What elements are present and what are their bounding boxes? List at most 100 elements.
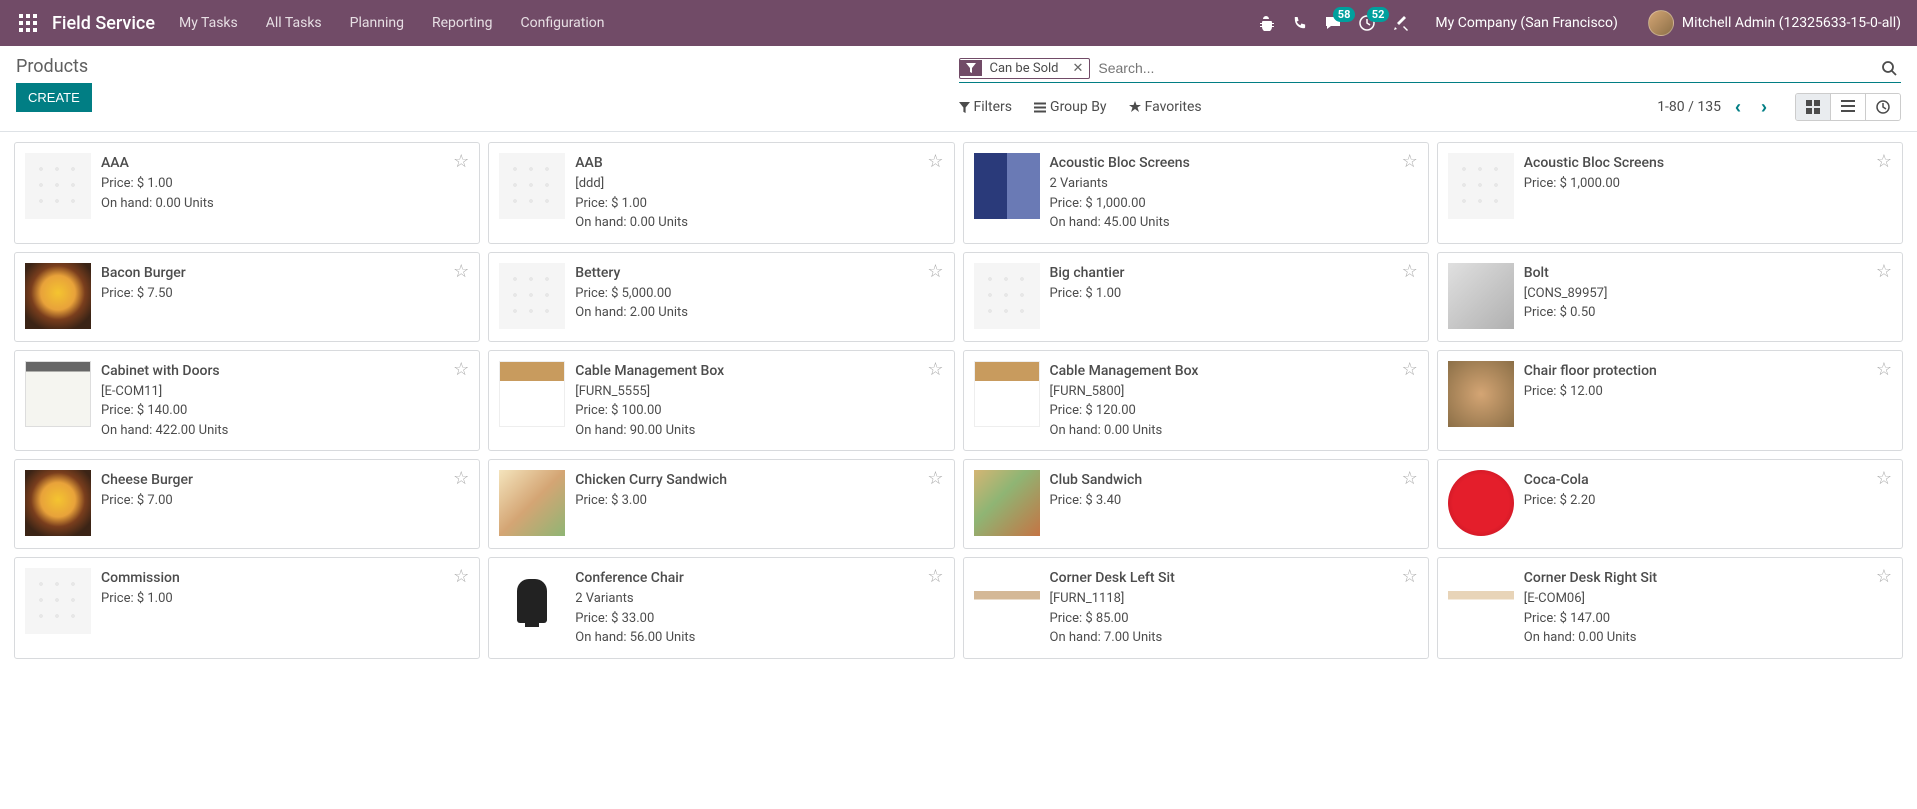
messages-icon[interactable]: 58	[1325, 15, 1341, 31]
favorite-star-icon[interactable]: ☆	[1876, 566, 1892, 587]
activity-view-button[interactable]	[1866, 94, 1900, 120]
favorite-star-icon[interactable]: ☆	[927, 359, 943, 380]
product-card[interactable]: Big chantierPrice: $ 1.00☆	[963, 252, 1429, 342]
product-price: Price: $ 7.00	[101, 491, 469, 511]
product-thumb	[974, 361, 1040, 427]
product-card[interactable]: Club SandwichPrice: $ 3.40☆	[963, 459, 1429, 549]
product-price: Price: $ 147.00	[1524, 609, 1892, 629]
product-card[interactable]: BetteryPrice: $ 5,000.00On hand: 2.00 Un…	[488, 252, 954, 342]
app-title[interactable]: Field Service	[52, 13, 155, 34]
product-thumb	[1448, 361, 1514, 427]
phone-icon[interactable]	[1292, 16, 1307, 31]
favorite-star-icon[interactable]: ☆	[453, 468, 469, 489]
favorite-star-icon[interactable]: ☆	[1876, 151, 1892, 172]
pager-next[interactable]: ›	[1755, 95, 1773, 120]
facet-remove[interactable]: ✕	[1066, 61, 1089, 76]
product-body: Corner Desk Left Sit[FURN_1118]Price: $ …	[1050, 568, 1418, 648]
nav-my-tasks[interactable]: My Tasks	[179, 15, 238, 31]
product-thumb	[25, 153, 91, 219]
product-thumb	[25, 361, 91, 427]
product-body: BetteryPrice: $ 5,000.00On hand: 2.00 Un…	[575, 263, 943, 331]
tools-icon[interactable]	[1393, 15, 1409, 31]
product-onhand: On hand: 0.00 Units	[101, 194, 469, 214]
control-panel: Products Create Can be Sold ✕	[0, 46, 1917, 121]
nav-all-tasks[interactable]: All Tasks	[266, 15, 322, 31]
searchbar: Can be Sold ✕	[959, 56, 1902, 83]
product-onhand: On hand: 0.00 Units	[1050, 421, 1418, 441]
product-card[interactable]: Coca-ColaPrice: $ 2.20☆	[1437, 459, 1903, 549]
favorite-star-icon[interactable]: ☆	[1402, 261, 1418, 282]
favorite-star-icon[interactable]: ☆	[927, 468, 943, 489]
favorite-star-icon[interactable]: ☆	[927, 566, 943, 587]
product-card[interactable]: Cheese BurgerPrice: $ 7.00☆	[14, 459, 480, 549]
nav-planning[interactable]: Planning	[350, 15, 404, 31]
product-price: Price: $ 140.00	[101, 401, 469, 421]
apps-menu-icon[interactable]	[16, 11, 40, 35]
product-card[interactable]: Acoustic Bloc ScreensPrice: $ 1,000.00☆	[1437, 142, 1903, 244]
product-card[interactable]: Conference Chair2 VariantsPrice: $ 33.00…	[488, 557, 954, 659]
filter-icon	[960, 60, 982, 76]
pager-text[interactable]: 1-80 / 135	[1657, 99, 1721, 115]
product-variants: 2 Variants	[575, 589, 943, 609]
kanban-view-button[interactable]	[1796, 94, 1831, 120]
product-card[interactable]: Acoustic Bloc Screens2 VariantsPrice: $ …	[963, 142, 1429, 244]
nav-reporting[interactable]: Reporting	[432, 15, 493, 31]
product-card[interactable]: AAAPrice: $ 1.00On hand: 0.00 Units☆	[14, 142, 480, 244]
product-price: Price: $ 1.00	[101, 589, 469, 609]
product-card[interactable]: Bolt[CONS_89957]Price: $ 0.50☆	[1437, 252, 1903, 342]
company-selector[interactable]: My Company (San Francisco)	[1435, 15, 1617, 31]
list-view-button[interactable]	[1831, 94, 1866, 120]
favorite-star-icon[interactable]: ☆	[1402, 359, 1418, 380]
product-card[interactable]: Chair floor protectionPrice: $ 12.00☆	[1437, 350, 1903, 452]
groupby-button[interactable]: Group By	[1034, 99, 1107, 115]
favorite-star-icon[interactable]: ☆	[453, 566, 469, 587]
navbar: Field Service My Tasks All Tasks Plannin…	[0, 0, 1917, 46]
search-icon[interactable]	[1877, 60, 1901, 76]
favorite-star-icon[interactable]: ☆	[1876, 261, 1892, 282]
favorites-button[interactable]: Favorites	[1129, 99, 1202, 115]
product-body: Corner Desk Right Sit[E-COM06]Price: $ 1…	[1524, 568, 1892, 648]
user-menu[interactable]: Mitchell Admin (12325633-15-0-all)	[1648, 10, 1901, 36]
create-button[interactable]: Create	[16, 83, 92, 112]
favorite-star-icon[interactable]: ☆	[453, 359, 469, 380]
search-options: Filters Group By Favorites	[959, 99, 1202, 115]
product-card[interactable]: Cable Management Box[FURN_5555]Price: $ …	[488, 350, 954, 452]
product-card[interactable]: Corner Desk Right Sit[E-COM06]Price: $ 1…	[1437, 557, 1903, 659]
favorite-star-icon[interactable]: ☆	[1876, 359, 1892, 380]
activities-icon[interactable]: 52	[1359, 15, 1375, 31]
favorite-star-icon[interactable]: ☆	[453, 151, 469, 172]
product-card[interactable]: Chicken Curry SandwichPrice: $ 3.00☆	[488, 459, 954, 549]
filters-button[interactable]: Filters	[959, 99, 1013, 115]
favorite-star-icon[interactable]: ☆	[1402, 468, 1418, 489]
product-onhand: On hand: 45.00 Units	[1050, 213, 1418, 233]
product-price: Price: $ 1,000.00	[1050, 194, 1418, 214]
nav-links: My Tasks All Tasks Planning Reporting Co…	[179, 15, 605, 31]
product-card[interactable]: CommissionPrice: $ 1.00☆	[14, 557, 480, 659]
favorite-star-icon[interactable]: ☆	[1876, 468, 1892, 489]
product-card[interactable]: Corner Desk Left Sit[FURN_1118]Price: $ …	[963, 557, 1429, 659]
favorite-star-icon[interactable]: ☆	[1402, 566, 1418, 587]
product-card[interactable]: AAB[ddd]Price: $ 1.00On hand: 0.00 Units…	[488, 142, 954, 244]
product-price: Price: $ 1.00	[1050, 284, 1418, 304]
favorite-star-icon[interactable]: ☆	[927, 151, 943, 172]
bug-icon[interactable]	[1258, 15, 1274, 31]
favorite-star-icon[interactable]: ☆	[453, 261, 469, 282]
filters-label: Filters	[974, 99, 1013, 115]
product-name: Corner Desk Right Sit	[1524, 568, 1892, 589]
avatar	[1648, 10, 1674, 36]
product-thumb	[1448, 153, 1514, 219]
product-card[interactable]: Cable Management Box[FURN_5800]Price: $ …	[963, 350, 1429, 452]
product-card[interactable]: Cabinet with Doors[E-COM11]Price: $ 140.…	[14, 350, 480, 452]
product-ref: [E-COM06]	[1524, 589, 1892, 609]
product-price: Price: $ 12.00	[1524, 382, 1892, 402]
favorite-star-icon[interactable]: ☆	[1402, 151, 1418, 172]
product-price: Price: $ 100.00	[575, 401, 943, 421]
product-body: Cheese BurgerPrice: $ 7.00	[101, 470, 469, 538]
favorite-star-icon[interactable]: ☆	[927, 261, 943, 282]
search-input[interactable]	[1096, 56, 1877, 80]
product-onhand: On hand: 7.00 Units	[1050, 628, 1418, 648]
product-card[interactable]: Bacon BurgerPrice: $ 7.50☆	[14, 252, 480, 342]
nav-configuration[interactable]: Configuration	[521, 15, 605, 31]
product-price: Price: $ 1.00	[101, 174, 469, 194]
pager-prev[interactable]: ‹	[1729, 95, 1747, 120]
